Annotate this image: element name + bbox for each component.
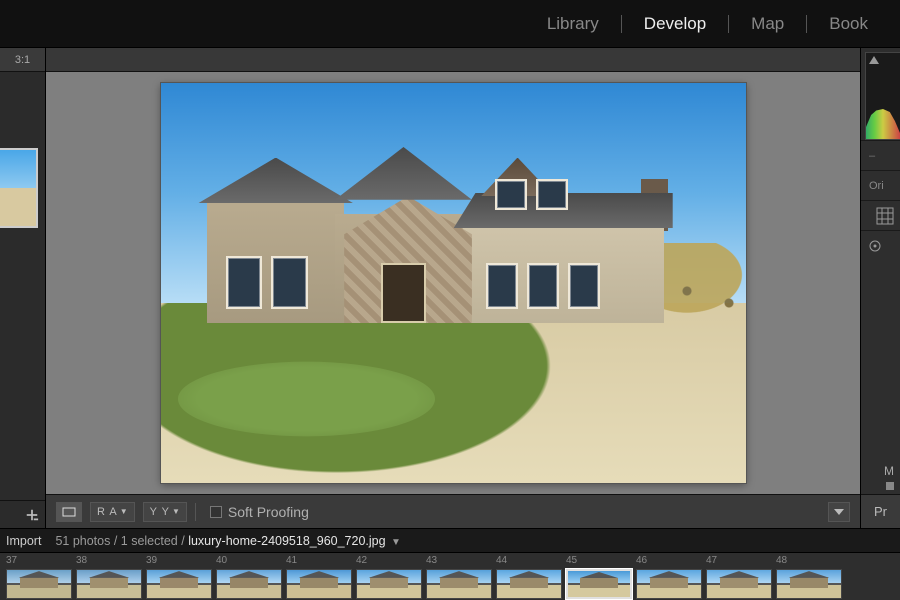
filmstrip-index: 42	[356, 555, 422, 569]
filmstrip-thumbnail	[6, 569, 72, 599]
crop-grid-icon	[876, 207, 894, 225]
add-local-adjustment-button[interactable]	[0, 500, 45, 528]
filmstrip-index: 48	[776, 555, 842, 569]
filmstrip-item[interactable]: 46	[634, 553, 704, 600]
status-bar: Import 51 photos / 1 selected / luxury-h…	[0, 528, 900, 552]
checkbox-icon	[210, 506, 222, 518]
target-icon	[869, 240, 881, 252]
filmstrip-item[interactable]: 42	[354, 553, 424, 600]
left-panel: 3:1	[0, 48, 46, 528]
filmstrip-thumbnail	[356, 569, 422, 599]
filmstrip-index: 43	[426, 555, 492, 569]
filmstrip-thumbnail	[636, 569, 702, 599]
import-button[interactable]: Import	[6, 534, 41, 548]
zoom-ratio-label[interactable]: 3:1	[0, 48, 45, 72]
histogram-info-row: –	[861, 140, 900, 170]
filmstrip-index: 37	[6, 555, 72, 569]
filmstrip-item[interactable]: 43	[424, 553, 494, 600]
module-map[interactable]: Map	[729, 13, 806, 35]
filmstrip-item[interactable]: 39	[144, 553, 214, 600]
white-balance-picker-row[interactable]	[861, 230, 900, 260]
filmstrip-thumbnail	[776, 569, 842, 599]
soft-proofing-label: Soft Proofing	[228, 504, 309, 520]
filmstrip-index: 38	[76, 555, 142, 569]
histogram[interactable]	[865, 52, 900, 140]
chevron-down-icon[interactable]: ▼	[391, 537, 401, 548]
filmstrip-item[interactable]: 44	[494, 553, 564, 600]
filmstrip-index: 47	[706, 555, 772, 569]
filmstrip-item[interactable]: 38	[74, 553, 144, 600]
filmstrip-thumbnail	[426, 569, 492, 599]
module-picker: Library Develop Map Book	[0, 0, 900, 48]
plus-icon	[25, 508, 39, 522]
center-column: R A▼ Y Y▼ Soft Proofing	[46, 48, 860, 528]
filmstrip-thumbnail	[146, 569, 212, 599]
filmstrip-index: 46	[636, 555, 702, 569]
filmstrip-item[interactable]: 48	[774, 553, 844, 600]
previous-button[interactable]: Pr	[861, 494, 900, 528]
shadow-clipping-icon	[869, 56, 879, 64]
filmstrip-index: 41	[286, 555, 352, 569]
right-panel: – Ori M Pr	[860, 48, 900, 528]
toolbar-overflow-button[interactable]	[828, 502, 850, 522]
module-develop[interactable]: Develop	[622, 13, 728, 35]
filmstrip[interactable]: 37 38 39 40 41 42 43 44 45 46 47 48	[0, 552, 900, 600]
filmstrip-thumbnail	[496, 569, 562, 599]
before-after-tb-button[interactable]: Y Y▼	[143, 502, 187, 522]
filmstrip-item[interactable]: 41	[284, 553, 354, 600]
original-compare-row[interactable]: Ori	[861, 170, 900, 200]
filmstrip-thumbnail	[566, 569, 632, 599]
filmstrip-thumbnail	[706, 569, 772, 599]
filmstrip-item[interactable]: 45	[564, 553, 634, 600]
panel-abbrev-label: M	[884, 464, 894, 478]
panel-end-marker-icon	[886, 482, 894, 490]
secondary-toolbar-strip	[46, 48, 860, 72]
filmstrip-index: 40	[216, 555, 282, 569]
filmstrip-item[interactable]: 40	[214, 553, 284, 600]
filmstrip-item[interactable]: 37	[4, 553, 74, 600]
status-path: 51 photos / 1 selected / luxury-home-240…	[55, 534, 401, 548]
filmstrip-thumbnail	[286, 569, 352, 599]
navigator-thumbnail[interactable]	[0, 148, 38, 228]
module-library[interactable]: Library	[525, 13, 621, 35]
filmstrip-index: 44	[496, 555, 562, 569]
filmstrip-thumbnail	[216, 569, 282, 599]
loupe-view-button[interactable]	[56, 502, 82, 522]
before-after-lr-button[interactable]: R A▼	[90, 502, 135, 522]
chevron-down-icon	[834, 509, 844, 515]
view-toolbar: R A▼ Y Y▼ Soft Proofing	[46, 494, 860, 528]
filmstrip-index: 39	[146, 555, 212, 569]
filmstrip-thumbnail	[76, 569, 142, 599]
current-filename: luxury-home-2409518_960_720.jpg	[188, 534, 385, 548]
canvas[interactable]	[46, 72, 860, 494]
toolbar-separator	[195, 503, 196, 521]
soft-proofing-toggle[interactable]: Soft Proofing	[210, 504, 309, 520]
loupe-view-icon	[62, 507, 76, 517]
module-book[interactable]: Book	[807, 13, 890, 35]
filmstrip-index: 45	[566, 555, 632, 569]
photo-counts: 51 photos / 1 selected /	[55, 534, 184, 548]
main-photo	[161, 83, 746, 483]
crop-tool-button[interactable]	[861, 200, 900, 230]
filmstrip-item[interactable]: 47	[704, 553, 774, 600]
